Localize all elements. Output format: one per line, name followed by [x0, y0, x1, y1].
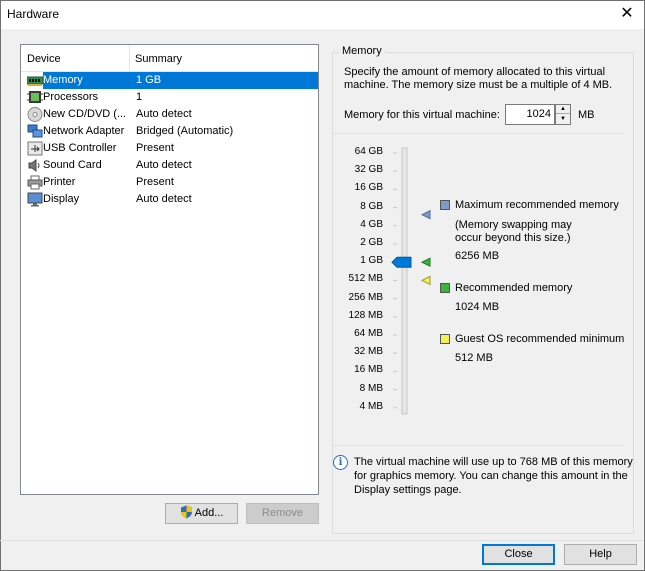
processor-icon — [27, 91, 43, 103]
device-summary: Present — [136, 176, 174, 188]
remove-button[interactable]: Remove — [246, 503, 319, 524]
scale-label: 8 MB — [359, 382, 383, 394]
memory-input-label: Memory for this virtual machine: — [344, 109, 500, 121]
column-header-summary[interactable]: Summary — [135, 53, 182, 65]
device-row-printer[interactable]: Printer Present — [21, 174, 318, 191]
scale-label: 128 MB — [348, 309, 383, 321]
device-summary: 1 — [136, 91, 143, 103]
scale-label: 32 MB — [354, 346, 383, 358]
max-recommended-value: 6256 MB — [455, 250, 500, 262]
scale-label: 64 GB — [354, 146, 383, 157]
memory-unit: MB — [578, 109, 595, 121]
usb-icon — [27, 141, 43, 156]
device-name: Printer — [43, 176, 76, 188]
max-recommended-title: Maximum recommended memory — [455, 199, 619, 211]
sound-card-icon — [28, 159, 40, 172]
device-name: USB Controller — [43, 142, 117, 154]
min-recommended-title: Guest OS recommended minimum — [455, 333, 625, 345]
close-button[interactable]: Close — [482, 544, 555, 565]
device-summary: 1 GB — [136, 74, 162, 86]
device-row-sound-card[interactable]: Sound Card Auto detect — [21, 157, 318, 174]
scale-label: 512 MB — [348, 273, 383, 285]
spin-up-icon[interactable]: ▲ — [556, 105, 570, 114]
memory-group-label: Memory — [339, 45, 385, 57]
memory-description: Specify the amount of memory allocated t… — [344, 66, 613, 91]
device-row-usb-controller[interactable]: USB Controller Present — [21, 140, 318, 157]
help-button[interactable]: Help — [564, 544, 637, 565]
window-title: Hardware — [7, 7, 60, 21]
device-row-cd-dvd[interactable]: New CD/DVD (... Auto detect — [21, 106, 318, 123]
device-row-processors[interactable]: Processors 1 — [21, 89, 318, 106]
scale-label: 16 MB — [354, 364, 383, 376]
scale-label: 32 GB — [354, 164, 383, 176]
column-header-device[interactable]: Device — [27, 53, 61, 65]
device-name: Display — [43, 193, 80, 205]
add-button-label: Add... — [194, 507, 224, 519]
device-name: New CD/DVD (... — [43, 108, 127, 120]
spin-down-icon[interactable]: ▼ — [556, 115, 570, 124]
scale-label: 2 GB — [360, 237, 383, 248]
add-button[interactable]: Add... — [165, 503, 238, 524]
scale-label: 8 GB — [360, 200, 383, 212]
device-name: Sound Card — [43, 159, 102, 171]
recommended-title: Recommended memory — [455, 282, 573, 294]
scale-label: 1 GB — [360, 255, 383, 267]
device-summary: Auto detect — [136, 159, 192, 171]
device-name: Network Adapter — [43, 125, 125, 137]
scale-label: 64 MB — [354, 328, 383, 339]
min-recommended-value: 512 MB — [455, 352, 493, 364]
scale-label: 16 GB — [354, 182, 383, 194]
device-row-memory[interactable]: Memory 1 GB — [21, 72, 318, 89]
cd-dvd-icon — [27, 107, 43, 122]
max-recommended-note: (Memory swapping may occur beyond this s… — [455, 219, 572, 244]
memory-input[interactable]: 1024 — [505, 104, 555, 125]
network-adapter-icon — [27, 124, 43, 138]
device-summary: Present — [136, 142, 174, 154]
graphics-memory-info: The virtual machine will use up to 768 M… — [354, 456, 633, 496]
device-row-display[interactable]: Display Auto detect — [21, 191, 318, 208]
info-icon: i — [333, 455, 348, 470]
recommended-swatch — [440, 283, 450, 293]
device-summary: Auto detect — [136, 108, 192, 120]
scale-label: 4 GB — [360, 218, 383, 230]
device-row-network-adapter[interactable]: Network Adapter Bridged (Automatic) — [21, 123, 318, 140]
close-icon[interactable]: ✕ — [616, 3, 638, 25]
scale-label: 4 MB — [359, 400, 383, 412]
memory-spinner[interactable]: ▲ ▼ — [555, 104, 571, 125]
shield-icon — [180, 505, 192, 519]
display-icon — [27, 192, 43, 207]
scale-label: 256 MB — [348, 291, 383, 303]
device-name: Memory — [43, 74, 83, 86]
min-recommended-swatch — [440, 334, 450, 344]
printer-icon — [27, 175, 43, 190]
device-name: Processors — [43, 91, 99, 103]
device-list: Device Summary Memory 1 GB Processors 1 … — [20, 44, 319, 495]
memory-icon — [27, 76, 43, 86]
recommended-value: 1024 MB — [455, 301, 500, 313]
max-recommended-swatch — [440, 200, 450, 210]
device-summary: Bridged (Automatic) — [136, 125, 234, 137]
device-summary: Auto detect — [136, 193, 192, 205]
title-bar: Hardware ✕ — [1, 1, 644, 29]
device-list-header: Device Summary — [21, 45, 318, 72]
